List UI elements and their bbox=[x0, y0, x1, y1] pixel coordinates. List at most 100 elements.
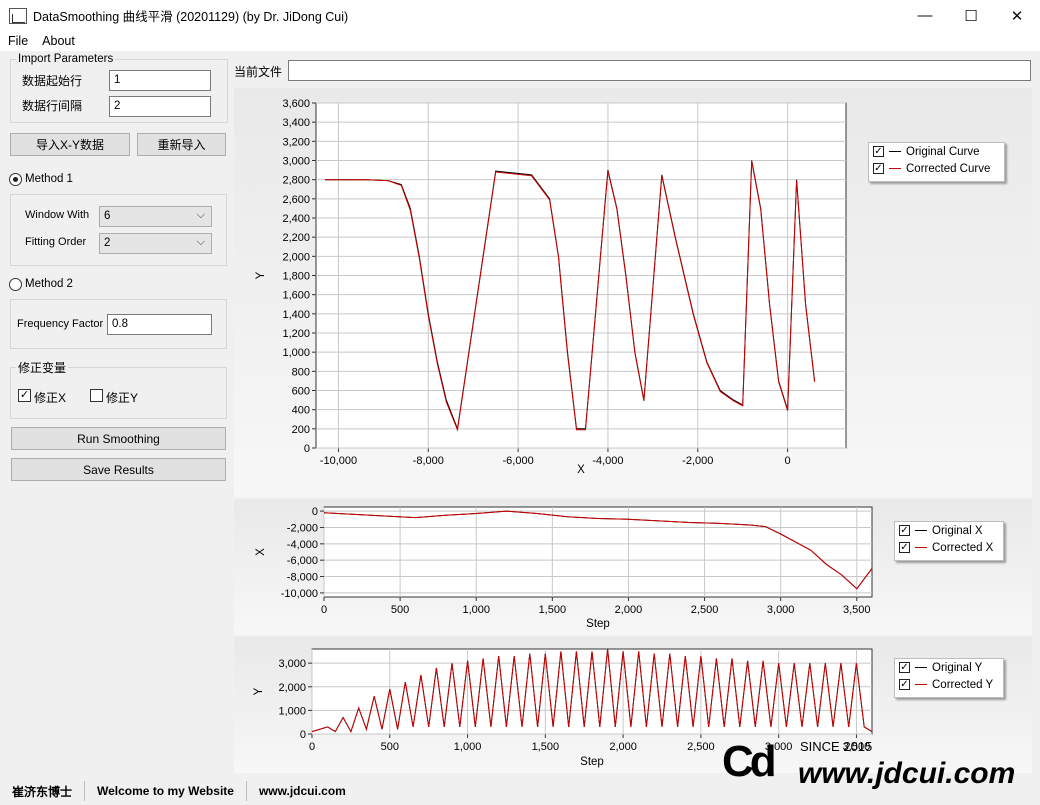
y-tick-label: 3,000 bbox=[278, 658, 306, 670]
y-tick-label: 2,400 bbox=[282, 213, 310, 225]
legend-item-corrected-y[interactable]: ✓ Corrected Y bbox=[895, 676, 1003, 693]
legend-swatch bbox=[889, 151, 901, 152]
current-file-input[interactable] bbox=[288, 60, 1031, 81]
method1-radio[interactable] bbox=[9, 173, 22, 186]
minimize-button[interactable]: — bbox=[902, 0, 948, 31]
save-results-button[interactable]: Save Results bbox=[11, 458, 226, 481]
app-icon bbox=[9, 7, 27, 24]
legend-checkbox[interactable]: ✓ bbox=[899, 679, 910, 690]
y-axis-label: X bbox=[255, 548, 267, 556]
y-tick-label: 400 bbox=[292, 405, 310, 417]
y-tick-label: 1,600 bbox=[282, 290, 310, 302]
watermark-logo: Cd bbox=[722, 737, 777, 786]
legend-item-corrected-x[interactable]: ✓ Corrected X bbox=[895, 539, 1003, 556]
maximize-button[interactable]: ☐ bbox=[948, 0, 994, 31]
current-file-label: 当前文件 bbox=[234, 65, 283, 79]
legend-label: Original X bbox=[932, 524, 983, 537]
x-tick-label: 3,000 bbox=[767, 604, 795, 616]
method2-radio[interactable] bbox=[9, 278, 22, 291]
x-tick-label: 0 bbox=[321, 604, 327, 616]
legend-y: ✓ Original Y ✓ Corrected Y bbox=[894, 658, 1004, 698]
correct-x-checkbox[interactable]: ✓ bbox=[18, 389, 31, 402]
legend-item-original-curve[interactable]: ✓ Original Curve bbox=[869, 143, 1004, 160]
x-tick-label: 1,500 bbox=[539, 604, 567, 616]
title-bar: DataSmoothing 曲线平滑 (20201129) (by Dr. Ji… bbox=[0, 0, 1040, 31]
y-tick-label: 1,800 bbox=[282, 271, 310, 283]
y-tick-label: -2,000 bbox=[287, 522, 318, 534]
window-title: DataSmoothing 曲线平滑 (20201129) (by Dr. Ji… bbox=[33, 10, 349, 24]
y-axis-label: Y bbox=[253, 687, 265, 695]
frequency-factor-label: Frequency Factor bbox=[17, 318, 104, 330]
legend-checkbox[interactable]: ✓ bbox=[899, 542, 910, 553]
x-tick-label: 1,000 bbox=[454, 741, 482, 753]
charts-area: 当前文件 -10,000 -8,000 -6,000 -4,000 -2,000 0 0 20… bbox=[232, 51, 1040, 773]
chart-panel-xy: -10,000 -8,000 -6,000 -4,000 -2,000 0 0 200 400 6… bbox=[234, 88, 1032, 497]
y-tick-label: 3,200 bbox=[282, 136, 310, 148]
watermark: Cd SINCE 2015 www.jdcui.com bbox=[722, 735, 1040, 795]
window-with-select[interactable]: 6 ⌵ bbox=[99, 206, 212, 227]
status-website-link[interactable]: www.jdcui.com bbox=[247, 781, 358, 801]
chart-panel-x: 0 500 1,000 1,500 2,000 2,500 3,000 3,500 0 -2,00… bbox=[234, 499, 1032, 635]
correct-y-checkbox[interactable] bbox=[90, 389, 103, 402]
run-smoothing-button[interactable]: Run Smoothing bbox=[11, 427, 226, 450]
legend-label: Corrected X bbox=[932, 541, 994, 554]
y-tick-label: 2,000 bbox=[278, 682, 306, 694]
start-row-input[interactable]: 1 bbox=[109, 70, 211, 91]
y-tick-label: -10,000 bbox=[281, 588, 318, 600]
x-vs-step-chart[interactable]: 0 500 1,000 1,500 2,000 2,500 3,000 3,500 0 -2,00… bbox=[234, 499, 1032, 635]
interval-input[interactable]: 2 bbox=[109, 96, 211, 117]
x-tick-label: 500 bbox=[381, 741, 399, 753]
chevron-down-icon: ⌵ bbox=[196, 209, 205, 221]
y-tick-label: -4,000 bbox=[287, 539, 318, 551]
x-axis-label: X bbox=[577, 464, 585, 476]
menu-bar: File About bbox=[0, 31, 1040, 51]
legend-swatch bbox=[915, 684, 927, 685]
reimport-button[interactable]: 重新导入 bbox=[137, 133, 226, 156]
legend-x: ✓ Original X ✓ Corrected X bbox=[894, 521, 1004, 561]
correct-x-label: 修正X bbox=[34, 391, 67, 405]
y-tick-label: 3,000 bbox=[282, 156, 310, 168]
legend-item-corrected-curve[interactable]: ✓ Corrected Curve bbox=[869, 160, 1004, 177]
y-tick-label: 2,800 bbox=[282, 175, 310, 187]
status-welcome: Welcome to my Website bbox=[85, 781, 247, 801]
menu-about[interactable]: About bbox=[34, 34, 81, 48]
x-tick-label: -4,000 bbox=[592, 455, 623, 467]
y-tick-label: 800 bbox=[292, 366, 310, 378]
method2-label: Method 2 bbox=[25, 278, 73, 290]
frequency-factor-input[interactable]: 0.8 bbox=[107, 314, 212, 335]
legend-checkbox[interactable]: ✓ bbox=[873, 146, 884, 157]
menu-file[interactable]: File bbox=[0, 34, 34, 48]
legend-checkbox[interactable]: ✓ bbox=[873, 163, 884, 174]
y-tick-label: 2,600 bbox=[282, 194, 310, 206]
method1-group bbox=[10, 194, 227, 266]
method1-label: Method 1 bbox=[25, 173, 73, 185]
plot-area bbox=[323, 506, 873, 598]
y-tick-label: 1,000 bbox=[278, 705, 306, 717]
import-xy-button[interactable]: 导入X-Y数据 bbox=[10, 133, 130, 156]
legend-xy: ✓ Original Curve ✓ Corrected Curve bbox=[868, 142, 1005, 182]
legend-checkbox[interactable]: ✓ bbox=[899, 525, 910, 536]
fitting-order-select[interactable]: 2 ⌵ bbox=[99, 233, 212, 254]
legend-label: Corrected Curve bbox=[906, 162, 991, 175]
status-author: 崔济东博士 bbox=[0, 781, 86, 801]
settings-panel: Import Parameters 数据起始行 1 数据行间隔 2 导入X-Y数… bbox=[0, 51, 232, 773]
close-button[interactable]: ✕ bbox=[994, 0, 1040, 31]
y-tick-label: 0 bbox=[312, 506, 318, 518]
y-tick-label: 1,400 bbox=[282, 309, 310, 321]
legend-checkbox[interactable]: ✓ bbox=[899, 662, 910, 673]
y-tick-label: -8,000 bbox=[287, 572, 318, 584]
legend-swatch bbox=[915, 530, 927, 531]
legend-swatch bbox=[915, 667, 927, 668]
window-with-value: 6 bbox=[104, 210, 111, 222]
y-tick-label: 1,200 bbox=[282, 328, 310, 340]
y-tick-label: 2,200 bbox=[282, 232, 310, 244]
x-tick-label: -10,000 bbox=[320, 455, 357, 467]
legend-swatch bbox=[915, 547, 927, 548]
x-tick-label: 2,000 bbox=[615, 604, 643, 616]
legend-item-original-x[interactable]: ✓ Original X bbox=[895, 522, 1003, 539]
legend-label: Original Y bbox=[932, 661, 983, 674]
legend-item-original-y[interactable]: ✓ Original Y bbox=[895, 659, 1003, 676]
y-tick-label: 600 bbox=[292, 386, 310, 398]
correct-y-label: 修正Y bbox=[106, 391, 139, 405]
x-tick-label: 2,500 bbox=[687, 741, 715, 753]
